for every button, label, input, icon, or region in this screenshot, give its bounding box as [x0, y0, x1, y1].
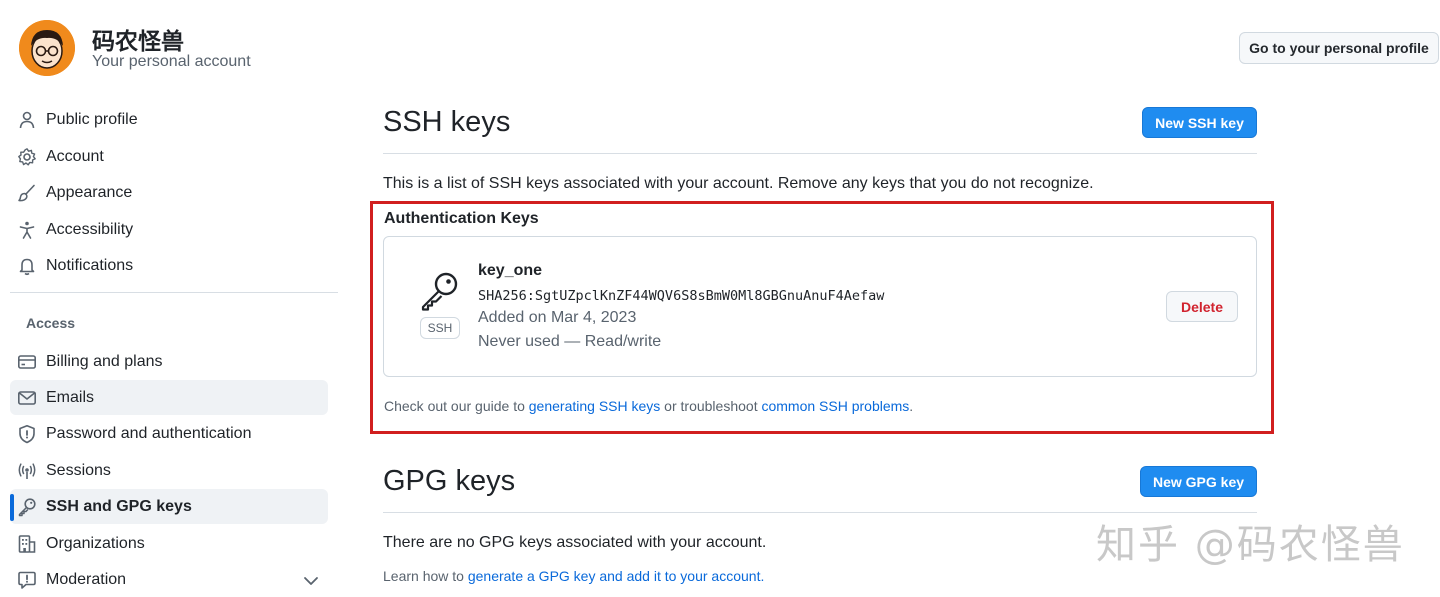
sidebar-item-organizations[interactable]: Organizations: [10, 526, 328, 561]
common-ssh-problems-link[interactable]: common SSH problems: [761, 398, 909, 414]
organization-icon: [18, 535, 36, 553]
gpg-empty-text: There are no GPG keys associated with yo…: [383, 534, 767, 551]
person-icon: [19, 111, 35, 129]
sidebar-item-label: SSH and GPG keys: [46, 497, 192, 515]
chevron-down-icon[interactable]: [303, 575, 319, 587]
sidebar-item-emails[interactable]: Emails: [10, 380, 328, 415]
watermark: 知乎 @码农怪兽: [1096, 522, 1405, 568]
mail-icon: [17, 391, 36, 405]
key-type-badge: SSH: [420, 317, 460, 339]
key-icon: [18, 498, 36, 517]
sidebar-item-password-auth[interactable]: Password and authentication: [10, 416, 328, 451]
account-subtitle: Your personal account: [92, 53, 251, 70]
ssh-keys-title: SSH keys: [383, 106, 511, 138]
delete-key-button[interactable]: Delete: [1166, 291, 1238, 322]
ssh-key-card: [383, 236, 1257, 377]
sidebar-section-heading: Access: [26, 315, 76, 331]
sidebar-item-label: Moderation: [46, 570, 127, 588]
sidebar-item-accessibility[interactable]: Accessibility: [10, 212, 328, 247]
paintbrush-icon: [18, 184, 35, 202]
selected-indicator: [10, 494, 14, 521]
sidebar-item-sessions[interactable]: Sessions: [10, 453, 328, 488]
key-usage: Never used — Read/write: [478, 333, 662, 350]
accessibility-icon: [19, 221, 35, 239]
go-to-profile-button[interactable]: Go to your personal profile: [1239, 32, 1439, 64]
sidebar-item-label: Emails: [46, 388, 95, 406]
sidebar-item-ssh-gpg-keys[interactable]: SSH and GPG keys: [10, 489, 328, 524]
generating-ssh-keys-link[interactable]: generating SSH keys: [529, 398, 661, 414]
key-icon: [421, 272, 458, 311]
broadcast-icon: [18, 463, 36, 479]
credit-card-icon: [17, 355, 36, 369]
sidebar-item-billing[interactable]: Billing and plans: [10, 344, 328, 379]
new-ssh-key-button[interactable]: New SSH key: [1142, 107, 1257, 138]
gpg-help-note: Learn how to generate a GPG key and add …: [383, 568, 764, 584]
shield-icon: [19, 425, 35, 444]
sidebar-item-label: Public profile: [46, 110, 138, 128]
sidebar-item-label: Account: [46, 147, 104, 165]
report-icon: [18, 571, 36, 589]
key-name: key_one: [478, 262, 543, 279]
sidebar-item-label: Organizations: [46, 534, 145, 552]
account-name: 码农怪兽: [92, 29, 184, 55]
help-text: Check out our guide to: [384, 398, 529, 414]
bell-icon: [19, 258, 35, 276]
sidebar-item-label: Accessibility: [46, 220, 134, 238]
sidebar-item-notifications[interactable]: Notifications: [10, 248, 328, 283]
help-text: .: [760, 568, 765, 584]
key-fingerprint: SHA256:SgtUZpclKnZF44WQV6S8sBmW0Ml8GBGnu…: [478, 288, 885, 304]
help-text: or troubleshoot: [660, 398, 762, 414]
sidebar-item-public-profile[interactable]: Public profile: [10, 102, 328, 137]
sidebar-item-account[interactable]: Account: [10, 139, 328, 174]
gear-icon: [18, 148, 36, 166]
sidebar-item-label: Appearance: [46, 183, 133, 201]
page-header: 码农怪兽 Your personal account Go to your pe…: [0, 0, 1440, 96]
avatar[interactable]: [19, 20, 75, 76]
sidebar-item-label: Billing and plans: [46, 352, 163, 370]
sidebar-item-label: Password and authentication: [46, 424, 252, 442]
generate-gpg-key-link[interactable]: generate a GPG key and add it to your ac…: [468, 568, 761, 584]
help-text: .: [909, 398, 914, 414]
gpg-keys-title: GPG keys: [383, 465, 516, 497]
sidebar-item-label: Notifications: [46, 256, 134, 274]
key-added-date: Added on Mar 4, 2023: [478, 309, 637, 326]
sidebar-item-appearance[interactable]: Appearance: [10, 175, 328, 210]
sidebar-item-moderation[interactable]: Moderation: [10, 562, 328, 597]
ssh-help-note: Check out our guide to generating SSH ke…: [384, 398, 913, 414]
ssh-description: This is a list of SSH keys associated wi…: [383, 175, 1094, 192]
authentication-keys-heading: Authentication Keys: [384, 210, 539, 227]
help-text: Learn how to: [383, 568, 468, 584]
sidebar-divider: [10, 292, 338, 293]
sidebar-item-label: Sessions: [46, 461, 111, 479]
new-gpg-key-button[interactable]: New GPG key: [1140, 466, 1257, 497]
section-divider: [383, 153, 1257, 154]
